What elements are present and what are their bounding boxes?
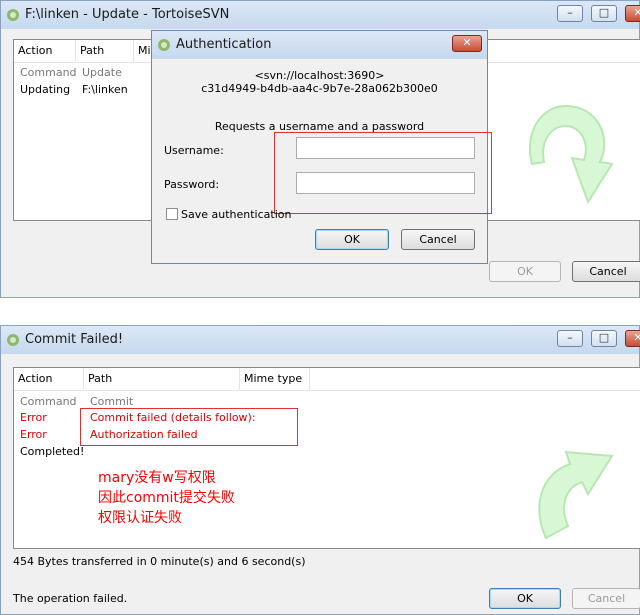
username-label: Username: <box>164 144 224 157</box>
tortoisesvn-icon <box>7 9 19 21</box>
maximize-button[interactable]: □ <box>591 330 617 347</box>
row-action: Completed! <box>20 445 85 458</box>
row-action: Error <box>20 411 47 424</box>
auth-dialog: Authentication ✕ <svn://localhost:3690> … <box>151 30 492 264</box>
update-titlebar: F:\linken - Update - TortoiseSVN – □ ✕ <box>1 1 640 29</box>
commit-ok-button[interactable]: OK <box>489 588 561 609</box>
error-highlight-box <box>80 408 298 446</box>
update-window-title: F:\linken - Update - TortoiseSVN <box>25 7 230 22</box>
commit-window-title: Commit Failed! <box>25 332 124 347</box>
commit-list-header: Action Path Mime type <box>14 368 640 391</box>
minimize-button[interactable]: – <box>557 330 583 347</box>
operation-status: The operation failed. <box>13 592 128 605</box>
commit-list[interactable]: Action Path Mime type Command Commit Err… <box>13 367 640 549</box>
tortoisesvn-icon <box>158 39 170 51</box>
auth-cancel-button[interactable]: Cancel <box>401 229 475 250</box>
col-path[interactable]: Path <box>84 368 240 390</box>
auth-close-button[interactable]: ✕ <box>452 35 482 52</box>
row-action: Error <box>20 428 47 441</box>
update-cancel-button[interactable]: Cancel <box>572 261 640 282</box>
password-label: Password: <box>164 178 220 191</box>
auth-uuid: c31d4949-b4db-aa4c-9b7e-28a062b300e0 <box>201 82 438 95</box>
annotation-line: 权限认证失败 <box>98 510 182 526</box>
annotation-line: mary没有w写权限 <box>98 470 216 486</box>
col-mime[interactable]: Mime type <box>240 368 310 390</box>
annotation-line: 因此commit提交失败 <box>98 490 235 506</box>
close-button[interactable]: ✕ <box>625 330 640 347</box>
row-action: Command <box>20 395 77 408</box>
commit-window: Commit Failed! – □ ✕ Action Path Mime ty… <box>0 325 640 615</box>
credentials-highlight-box <box>274 132 492 214</box>
green-arrow-icon <box>528 104 614 205</box>
commit-cancel-button[interactable]: Cancel <box>572 588 640 609</box>
row-action: Updating <box>20 83 71 96</box>
col-action[interactable]: Action <box>14 40 76 62</box>
update-ok-button[interactable]: OK <box>489 261 561 282</box>
row-path: F:\linken <box>82 83 128 96</box>
minimize-button[interactable]: – <box>557 5 583 22</box>
auth-dialog-title: Authentication <box>176 37 272 52</box>
commit-titlebar: Commit Failed! – □ ✕ <box>1 326 640 354</box>
close-button[interactable]: ✕ <box>625 5 640 22</box>
auth-server: <svn://localhost:3690> <box>254 69 385 82</box>
auth-titlebar: Authentication ✕ <box>152 31 487 59</box>
row-path: Commit <box>90 395 134 408</box>
col-path[interactable]: Path <box>76 40 134 62</box>
transfer-info: 454 Bytes transferred in 0 minute(s) and… <box>13 555 306 568</box>
col-action[interactable]: Action <box>14 368 84 390</box>
maximize-button[interactable]: □ <box>591 5 617 22</box>
auth-ok-button[interactable]: OK <box>315 229 389 250</box>
green-arrow-icon <box>538 450 614 540</box>
tortoisesvn-icon <box>7 334 19 346</box>
row-action: Command <box>20 66 77 79</box>
save-auth-checkbox[interactable] <box>166 208 178 220</box>
row-path: Update <box>82 66 122 79</box>
save-auth-label[interactable]: Save authentication <box>181 208 291 221</box>
